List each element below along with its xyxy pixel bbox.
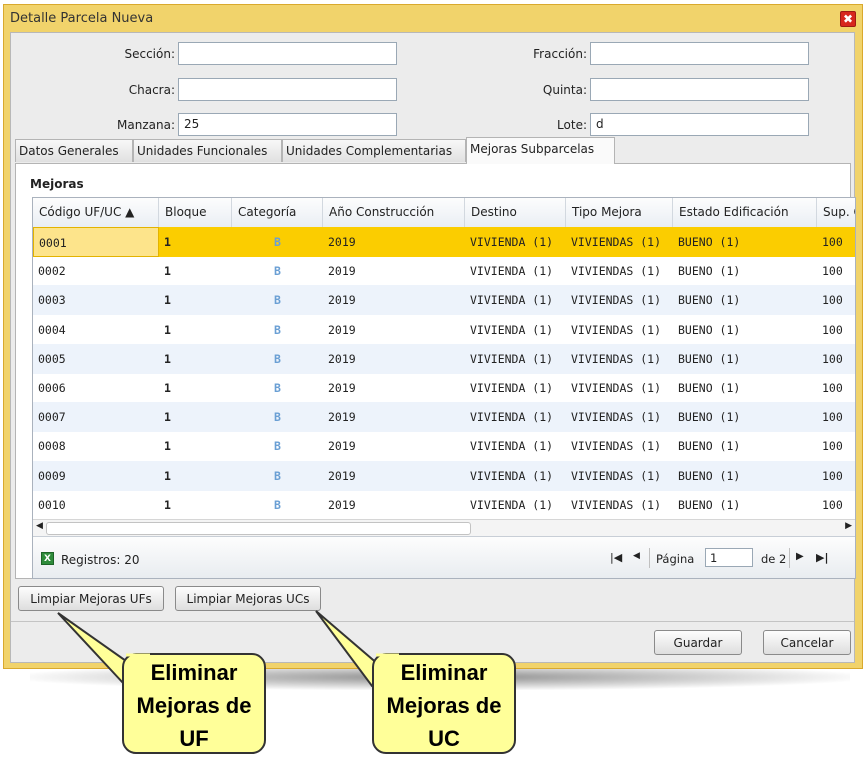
callout-eliminar-mejoras-uc: Eliminar Mejoras de UC bbox=[372, 653, 516, 754]
callout-pointers bbox=[57, 610, 403, 688]
callout-uf-line-3: UF bbox=[179, 726, 209, 751]
callout-uc-line-2: Mejoras de bbox=[386, 693, 502, 718]
callout-uc-line-3: UC bbox=[428, 726, 460, 751]
callout-uc-line-1: Eliminar bbox=[400, 660, 488, 685]
callout-uf-line-1: Eliminar bbox=[150, 660, 238, 685]
tab-mejoras-subparcelas[interactable]: Mejoras Subparcelas bbox=[466, 137, 615, 164]
callout-uf-line-2: Mejoras de bbox=[136, 693, 252, 718]
callout-eliminar-mejoras-uf: Eliminar Mejoras de UF bbox=[122, 653, 266, 754]
